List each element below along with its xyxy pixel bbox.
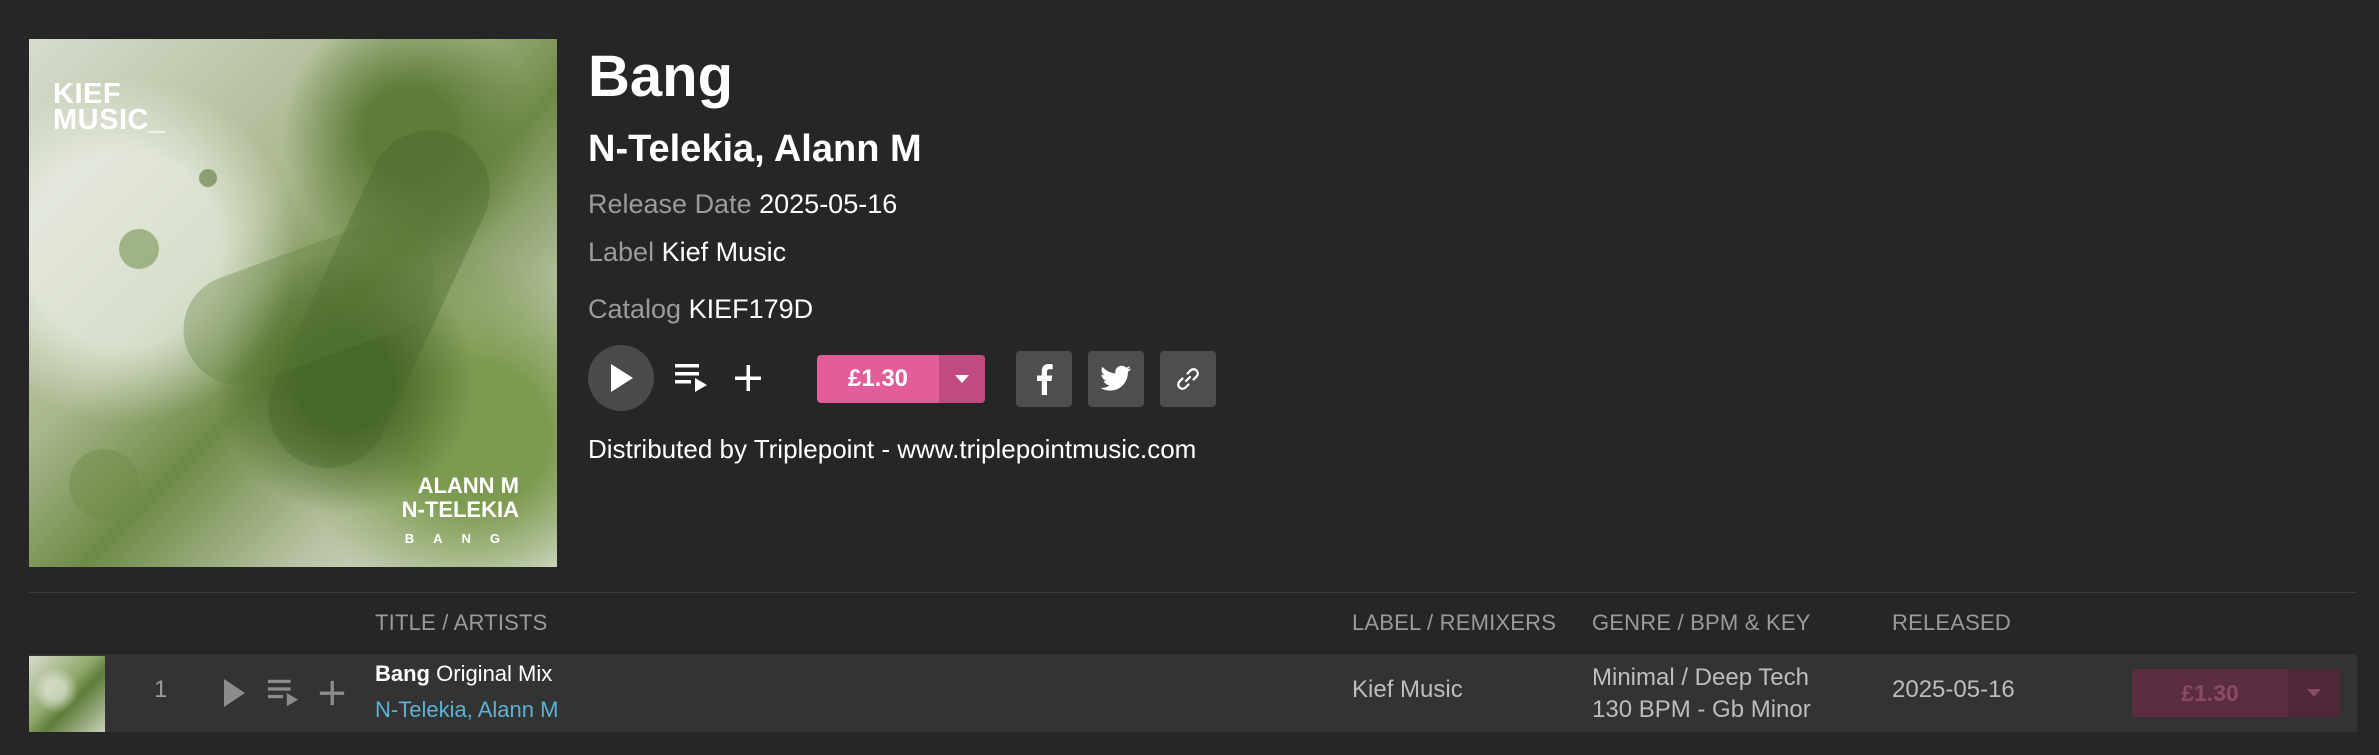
copy-link-button[interactable] (1160, 351, 1216, 407)
cover-release-title: BANG (404, 531, 519, 546)
track-price-label[interactable]: £1.30 (2132, 669, 2288, 717)
release-artists[interactable]: N-Telekia, Alann M (588, 124, 922, 174)
add-to-playlist-button[interactable] (730, 360, 766, 396)
track-add-to-playlist-button[interactable] (317, 678, 347, 708)
column-header-label: LABEL / REMIXERS (1352, 610, 1557, 635)
release-date-value: 2025-05-16 (759, 189, 898, 219)
share-facebook-button[interactable] (1016, 351, 1072, 407)
track-add-to-queue-button[interactable] (266, 676, 300, 710)
track-artists[interactable]: N-Telekia, Alann M (375, 696, 558, 724)
release-cover-art: KIEF MUSIC_ ALANN M N-TELEKIA BANG (29, 39, 557, 567)
track-genre-bpm-key: Minimal / Deep Tech 130 BPM - Gb Minor (1592, 662, 1811, 726)
label-label: Label (588, 237, 655, 267)
add-to-queue-icon (675, 364, 707, 392)
label-row: Label Kief Music (588, 234, 786, 270)
track-label[interactable]: Kief Music (1352, 676, 1463, 704)
section-divider (29, 592, 2357, 593)
play-icon (224, 679, 245, 707)
cover-bubble (69, 449, 139, 519)
track-name[interactable]: Bang (375, 661, 430, 686)
play-icon (611, 364, 633, 392)
distribution-note: Distributed by Triplepoint - www.triplep… (588, 434, 1197, 464)
add-to-queue-button[interactable] (673, 360, 709, 396)
share-twitter-button[interactable] (1088, 351, 1144, 407)
track-thumbnail[interactable] (29, 656, 105, 732)
plus-icon (735, 365, 761, 391)
release-date-label: Release Date (588, 189, 752, 219)
track-title[interactable]: Bang Original Mix (375, 660, 552, 688)
release-title: Bang (588, 44, 733, 109)
buy-release-button[interactable]: £1.30 (817, 355, 985, 403)
twitter-icon (1100, 365, 1131, 391)
cover-bubble (119, 229, 159, 269)
track-price-dropdown-button[interactable] (2288, 669, 2340, 717)
release-date-row: Release Date 2025-05-16 (588, 186, 897, 222)
track-number: 1 (154, 676, 168, 703)
cover-artist-names: ALANN M N-TELEKIA (401, 473, 519, 522)
track-genre[interactable]: Minimal / Deep Tech (1592, 662, 1811, 694)
track-bpm-key: 130 BPM - Gb Minor (1592, 696, 1811, 723)
catalog-row: Catalog KIEF179D (588, 291, 813, 327)
buy-track-button[interactable]: £1.30 (2132, 669, 2340, 717)
track-mix: Original Mix (436, 661, 553, 686)
column-header-genre: GENRE / BPM & KEY (1592, 610, 1811, 635)
chevron-down-icon (955, 375, 969, 383)
catalog-label: Catalog (588, 294, 682, 324)
track-released: 2025-05-16 (1892, 676, 2015, 703)
facebook-icon (1037, 364, 1053, 395)
column-header-released: RELEASED (1892, 610, 2011, 635)
link-icon (1177, 368, 1199, 390)
price-dropdown-button[interactable] (939, 355, 985, 403)
price-label[interactable]: £1.30 (817, 355, 939, 403)
play-release-button[interactable] (588, 345, 654, 411)
column-header-title: TITLE / ARTISTS (375, 610, 548, 635)
chevron-down-icon (2307, 689, 2321, 697)
plus-icon (319, 680, 345, 706)
add-to-queue-icon (267, 679, 299, 707)
cover-bubble (199, 169, 217, 187)
label-value[interactable]: Kief Music (662, 237, 787, 267)
cover-logo: KIEF MUSIC_ (53, 78, 166, 136)
track-play-button[interactable] (219, 678, 249, 708)
table-row[interactable]: 1 Bang Original Mix N-Telekia, Alann M K… (29, 654, 2357, 732)
catalog-value: KIEF179D (688, 294, 814, 324)
